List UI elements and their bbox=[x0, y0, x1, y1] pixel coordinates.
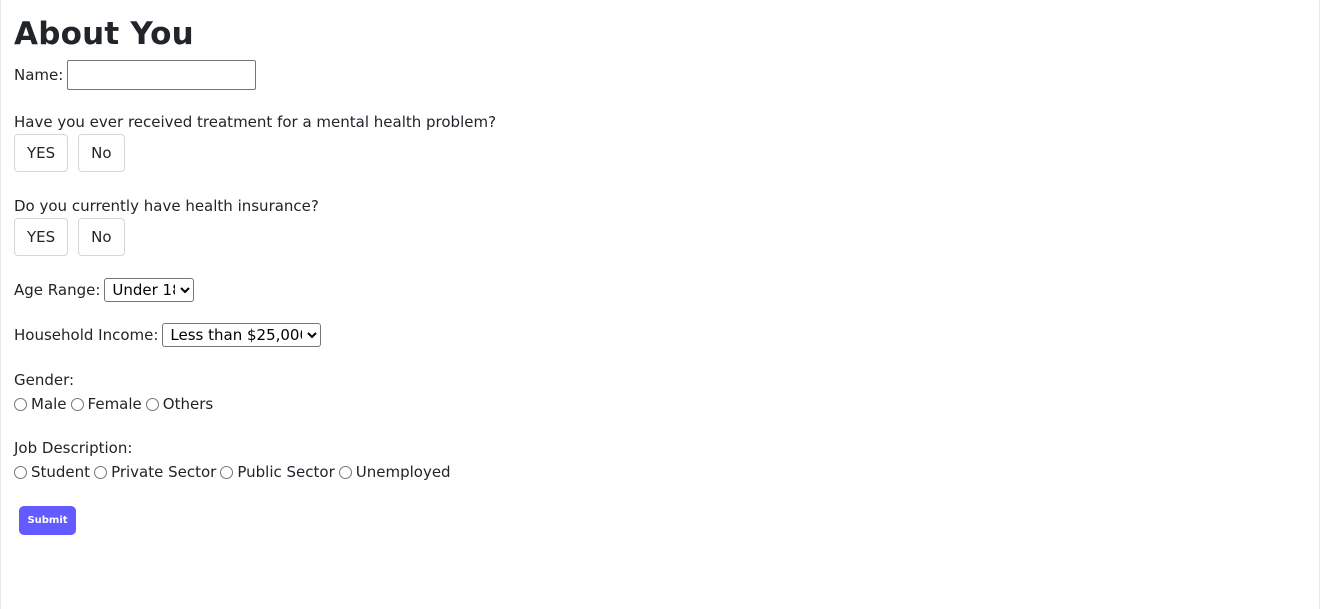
page: About You Name: Have you ever received t… bbox=[0, 0, 1320, 609]
job-radio-student[interactable] bbox=[14, 465, 27, 479]
job-option-label: Student bbox=[31, 463, 91, 481]
job-option-label: Private Sector bbox=[111, 463, 217, 481]
gender-option-others[interactable]: Others bbox=[145, 395, 214, 413]
treatment-button-group: YES No bbox=[14, 134, 714, 172]
gender-option-male[interactable]: Male bbox=[14, 395, 67, 413]
submit-button[interactable]: Submit bbox=[19, 506, 76, 535]
gender-option-label: Others bbox=[162, 395, 214, 413]
gender-option-female[interactable]: Female bbox=[70, 395, 142, 413]
job-description-label: Job Description: bbox=[14, 439, 133, 457]
gender-radio-group: Male Female Others bbox=[14, 394, 714, 414]
treatment-question: Have you ever received treatment for a m… bbox=[14, 113, 497, 131]
gender-radio-others[interactable] bbox=[145, 397, 159, 411]
household-income-label: Household Income: bbox=[14, 326, 159, 344]
name-label: Name: bbox=[14, 66, 64, 84]
job-option-private-sector[interactable]: Private Sector bbox=[94, 463, 216, 481]
gender-option-label: Male bbox=[31, 395, 67, 413]
job-description-radio-group: Student Private Sector Public Sector Une… bbox=[14, 462, 714, 482]
gender-label: Gender: bbox=[14, 371, 75, 389]
age-range-label: Age Range: bbox=[14, 281, 101, 299]
job-option-public-sector[interactable]: Public Sector bbox=[220, 463, 335, 481]
job-radio-public-sector[interactable] bbox=[220, 465, 234, 479]
job-radio-unemployed[interactable] bbox=[338, 465, 352, 479]
household-income-select[interactable]: Less than $25,000 bbox=[162, 323, 322, 347]
job-option-student[interactable]: Student bbox=[14, 463, 90, 481]
treatment-yes-button[interactable]: YES bbox=[14, 134, 69, 172]
name-row: Name: bbox=[14, 60, 714, 90]
job-option-label: Unemployed bbox=[355, 463, 451, 481]
gender-radio-female[interactable] bbox=[70, 397, 84, 411]
gender-radio-male[interactable] bbox=[14, 397, 27, 411]
job-option-label: Public Sector bbox=[237, 463, 335, 481]
insurance-question: Do you currently have health insurance? bbox=[14, 197, 319, 215]
about-you-form: About You Name: Have you ever received t… bbox=[14, 14, 714, 535]
page-title: About You bbox=[14, 16, 194, 52]
treatment-no-button[interactable]: No bbox=[78, 134, 125, 172]
name-input[interactable] bbox=[67, 60, 257, 90]
job-option-unemployed[interactable]: Unemployed bbox=[338, 463, 451, 481]
insurance-no-button[interactable]: No bbox=[78, 218, 125, 256]
age-range-select[interactable]: Under 18 bbox=[104, 278, 195, 302]
gender-option-label: Female bbox=[87, 395, 142, 413]
insurance-yes-button[interactable]: YES bbox=[14, 218, 69, 256]
household-income-row: Household Income: Less than $25,000 bbox=[14, 323, 714, 347]
age-range-row: Age Range: Under 18 bbox=[14, 278, 714, 302]
insurance-button-group: YES No bbox=[14, 218, 714, 256]
job-radio-private-sector[interactable] bbox=[94, 465, 108, 479]
